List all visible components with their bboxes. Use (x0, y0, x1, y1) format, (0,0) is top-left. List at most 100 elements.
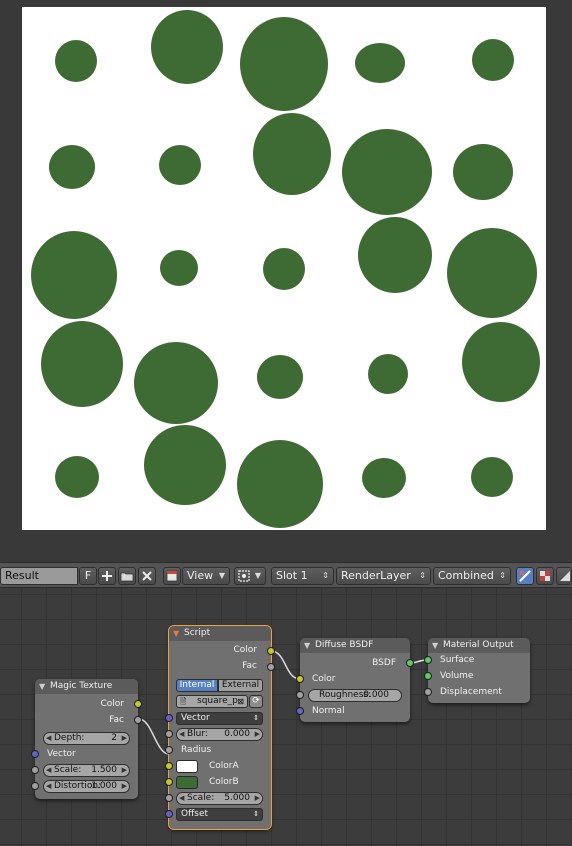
folder-icon[interactable] (118, 567, 136, 585)
render-view[interactable] (0, 0, 572, 562)
increment-arrow-icon[interactable]: ▶ (122, 733, 127, 744)
distortion-field[interactable]: ◀ Distortion: 1.000 ▶ (43, 780, 130, 793)
output-fac-label: Fac (109, 715, 124, 725)
input-distortion-socket[interactable] (31, 782, 39, 790)
input-scale-socket[interactable] (165, 794, 173, 802)
increment-arrow-icon[interactable]: ▶ (255, 793, 260, 804)
input-normal-socket[interactable] (296, 707, 304, 715)
spot (355, 43, 405, 83)
input-blur-socket[interactable] (165, 730, 173, 738)
increment-arrow-icon[interactable]: ▶ (255, 729, 260, 740)
node-header[interactable]: ▼ Material Output (428, 638, 530, 653)
internal-mode-toggle[interactable]: Internal (176, 679, 218, 692)
spot (144, 425, 226, 505)
external-mode-toggle[interactable]: External (218, 679, 263, 692)
input-scale-socket[interactable] (31, 766, 39, 774)
decrement-arrow-icon[interactable]: ◀ (46, 765, 51, 776)
render-layer-selector[interactable]: RenderLayer ⇕ (336, 567, 431, 585)
node-editor[interactable]: ▼ Magic Texture Color Fac ◀ Depth: 2 ▶ Ve… (0, 588, 572, 846)
spot (55, 40, 97, 82)
updown-arrow-icon: ⇕ (419, 571, 426, 580)
input-vector-socket[interactable] (165, 714, 173, 722)
fake-user-button[interactable]: F (79, 567, 97, 585)
color-a-swatch[interactable] (176, 760, 198, 773)
input-displacement-socket[interactable] (424, 688, 432, 696)
material-output-node[interactable]: ▼ Material Output Surface Volume Displace… (424, 638, 530, 703)
input-radius-socket[interactable] (165, 746, 173, 754)
output-color-socket[interactable] (267, 647, 275, 655)
diffuse-bsdf-node[interactable]: ▼ Diffuse BSDF BSDF Color Roughness: 0.00… (296, 638, 414, 722)
vector-menu[interactable]: Vector ⇕ (176, 712, 263, 725)
volume-label: Volume (440, 671, 474, 681)
input-color-a-socket[interactable] (165, 762, 173, 770)
spot (368, 354, 408, 394)
spot (55, 456, 99, 498)
spot (462, 322, 540, 402)
input-roughness-socket[interactable] (296, 691, 304, 699)
x-icon[interactable] (138, 567, 156, 585)
scale-value: 1.500 (91, 765, 117, 775)
image-editor-header: Result F View ▼ ▼ Slot 1 ⇕ RenderLayer ⇕ Co… (0, 562, 572, 588)
depth-field[interactable]: ◀ Depth: 2 ▶ (43, 732, 130, 745)
text-file-icon: 🗎 (180, 697, 187, 706)
output-color-socket[interactable] (134, 700, 142, 708)
collapse-triangle-icon[interactable]: ▼ (39, 679, 45, 694)
normal-label: Normal (312, 706, 345, 716)
reload-icon[interactable]: ⟳ (249, 695, 263, 708)
render-pass-selector[interactable]: Combined ⇕ (433, 567, 511, 585)
radius-label: Radius (181, 745, 212, 755)
output-fac-socket[interactable] (134, 716, 142, 724)
increment-arrow-icon[interactable]: ▶ (122, 765, 127, 776)
script-datablock-field[interactable]: 🗎 square_p ⊠ (176, 695, 248, 708)
scale-field[interactable]: ◀ Scale: 1.500 ▶ (43, 764, 130, 777)
roughness-field[interactable]: Roughness: 0.000 (308, 689, 402, 702)
dropdown-arrow-icon: ▼ (254, 571, 261, 580)
surface-label: Surface (440, 655, 475, 665)
slot-selector[interactable]: Slot 1 ⇕ (271, 567, 334, 585)
blur-value: 0.000 (224, 729, 250, 739)
dropdown-arrow-icon: ▼ (218, 571, 225, 580)
plus-icon[interactable] (98, 567, 116, 585)
clear-x-icon[interactable]: ⊠ (237, 696, 244, 707)
node-header[interactable]: ▼ Magic Texture (35, 679, 138, 694)
decrement-arrow-icon[interactable]: ◀ (179, 729, 184, 740)
render-pass-label: Combined (438, 569, 494, 582)
input-color-socket[interactable] (296, 675, 304, 683)
input-color-b-socket[interactable] (165, 778, 173, 786)
color-a-label: ColorA (209, 761, 239, 771)
output-fac-socket[interactable] (267, 663, 275, 671)
script-node[interactable]: ▼ Script Color Fac Internal External 🗎 sq… (165, 625, 275, 830)
draw-channels-icon[interactable] (516, 567, 534, 585)
spot (263, 248, 305, 290)
magic-texture-node[interactable]: ▼ Magic Texture Color Fac ◀ Depth: 2 ▶ Ve… (31, 679, 142, 799)
increment-arrow-icon[interactable]: ▶ (122, 781, 127, 792)
decrement-arrow-icon[interactable]: ◀ (46, 781, 51, 792)
spot (453, 144, 513, 200)
input-offset-socket[interactable] (165, 810, 173, 818)
collapse-triangle-icon[interactable]: ▼ (432, 638, 438, 653)
view-menu[interactable]: View ▼ (182, 567, 230, 585)
pivot-icon[interactable]: ▼ (234, 567, 266, 585)
scale-field[interactable]: ◀ Scale: 5.000 ▶ (176, 792, 263, 805)
decrement-arrow-icon[interactable]: ◀ (179, 793, 184, 804)
alpha-checker-icon[interactable] (536, 567, 554, 585)
output-bsdf-socket[interactable] (406, 659, 414, 667)
input-surface-socket[interactable] (424, 656, 432, 664)
image-icon-button[interactable] (163, 567, 181, 585)
offset-menu[interactable]: Offset ⇕ (176, 808, 263, 821)
node-header[interactable]: ▼ Script (169, 626, 271, 641)
collapse-triangle-icon[interactable]: ▼ (173, 626, 179, 641)
input-vector-socket[interactable] (31, 750, 39, 758)
node-header[interactable]: ▼ Diffuse BSDF (300, 638, 410, 653)
spot (257, 355, 303, 399)
image-name-field[interactable]: Result (0, 567, 78, 585)
blur-field[interactable]: ◀ Blur: 0.000 ▶ (176, 728, 263, 741)
color-b-swatch[interactable] (176, 776, 198, 789)
collapse-triangle-icon[interactable]: ▼ (304, 638, 310, 653)
decrement-arrow-icon[interactable]: ◀ (46, 733, 51, 744)
depth-value: 2 (111, 733, 117, 743)
spot (159, 145, 201, 185)
z-buffer-icon[interactable] (556, 567, 572, 585)
offset-menu-label: Offset (181, 809, 209, 819)
input-volume-socket[interactable] (424, 672, 432, 680)
